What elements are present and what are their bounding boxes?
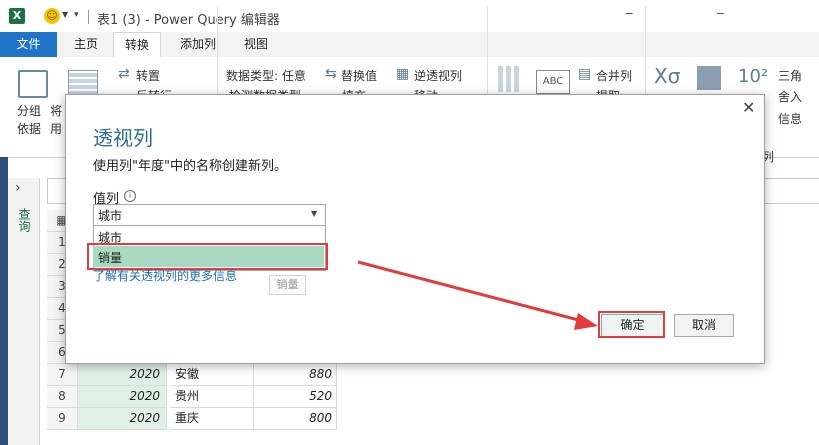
arrow-head: [574, 313, 598, 330]
annotation-arrow: [357, 260, 598, 330]
arrow-shaft: [357, 260, 587, 324]
